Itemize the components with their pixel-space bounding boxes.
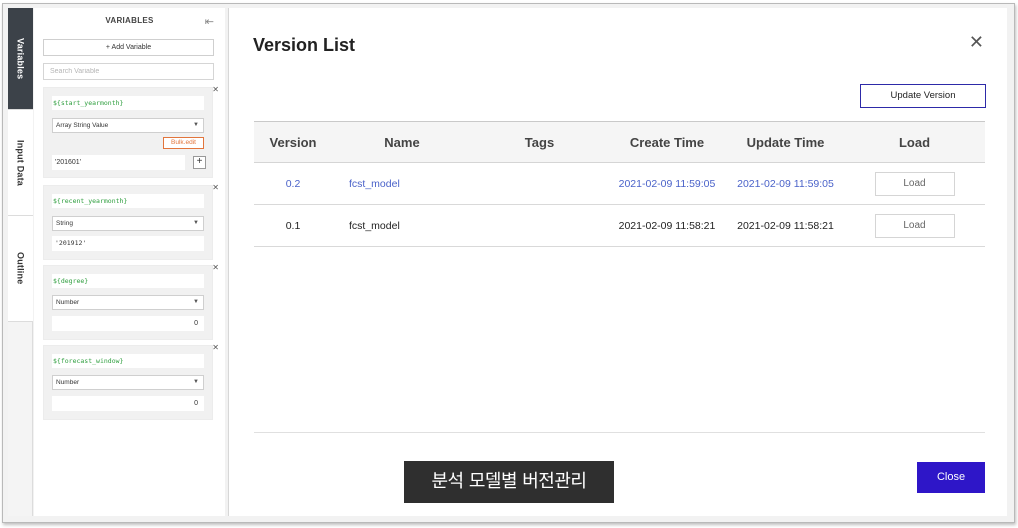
chevron-down-icon: ▼	[193, 299, 199, 305]
load-cell: Load	[844, 205, 985, 246]
variables-panel: VARIABLES ⇤ + Add Variable ✕ ${start_yea…	[34, 8, 225, 516]
version-list-dialog: Version List ✕ Update Version Version Na…	[228, 8, 1007, 516]
variable-type-value: Number	[56, 299, 80, 306]
variable-name: ${forecast_window}	[52, 354, 204, 368]
variable-name: ${recent_yearmonth}	[52, 194, 204, 208]
variable-card: ✕ ${start_yearmonth} Array String Value …	[43, 85, 219, 178]
collapse-panel-icon[interactable]: ⇤	[205, 15, 214, 28]
remove-variable-icon[interactable]: ✕	[212, 263, 219, 272]
column-header-version: Version	[269, 134, 317, 150]
column-header-name: Name	[384, 134, 420, 150]
variable-card: ✕ ${recent_yearmonth} String ▼ '201912'	[43, 183, 219, 260]
table-row[interactable]: 0.2 fcst_model 2021-02-09 11:59:05 2021-…	[254, 163, 985, 205]
variable-value[interactable]: 0	[52, 396, 204, 411]
version-cell: 0.2	[285, 177, 301, 190]
chevron-down-icon: ▼	[193, 122, 199, 128]
tab-input-data[interactable]: Input Data	[8, 110, 33, 216]
update-time-cell: 2021-02-09 11:59:05	[737, 177, 834, 190]
add-value-button[interactable]: +	[193, 156, 206, 169]
variable-name: ${degree}	[52, 274, 204, 288]
tab-outline[interactable]: Outline	[8, 216, 33, 322]
column-header-create-time: Create Time	[629, 134, 705, 150]
update-time-cell: 2021-02-09 11:58:21	[737, 219, 834, 232]
footer-divider	[254, 432, 985, 433]
variables-panel-title: VARIABLES	[105, 16, 154, 25]
tab-variables-label: Variables	[15, 37, 26, 80]
dialog-title: Version List	[253, 35, 356, 55]
variable-type-value: Number	[56, 379, 80, 386]
name-cell: fcst_model	[349, 219, 400, 232]
variable-type-value: String	[56, 220, 73, 227]
tab-variables[interactable]: Variables	[8, 8, 33, 110]
column-header-update-time: Update Time	[746, 134, 825, 150]
remove-variable-icon[interactable]: ✕	[212, 85, 219, 94]
variable-value[interactable]: '201912'	[52, 236, 204, 251]
tags-cell	[472, 163, 607, 204]
variable-card: ✕ ${forecast_window} Number ▼ 0	[43, 343, 219, 420]
load-button[interactable]: Load	[874, 171, 955, 196]
update-version-button[interactable]: Update Version	[860, 84, 986, 108]
create-time-cell: 2021-02-09 11:59:05	[618, 177, 716, 190]
column-header-load: Load	[898, 134, 931, 150]
remove-variable-icon[interactable]: ✕	[212, 183, 219, 192]
table-row[interactable]: 0.1 fcst_model 2021-02-09 11:58:21 2021-…	[254, 205, 985, 247]
version-cell: 0.1	[285, 219, 301, 232]
chevron-down-icon: ▼	[193, 379, 199, 385]
add-variable-button[interactable]: + Add Variable	[43, 39, 214, 56]
vertical-tab-strip: Variables Input Data Outline	[8, 8, 33, 516]
close-icon[interactable]: ✕	[969, 33, 984, 51]
remove-variable-icon[interactable]: ✕	[212, 343, 219, 352]
variable-type-select[interactable]: Number ▼	[52, 375, 204, 390]
version-table: Version Name Tags Create Time Update Tim…	[254, 121, 985, 247]
tab-input-data-label: Input Data	[15, 139, 26, 186]
caption-banner: 분석 모델별 버전관리	[404, 461, 614, 503]
variable-name: ${start_yearmonth}	[52, 96, 204, 110]
name-cell: fcst_model	[349, 177, 400, 190]
variable-type-select[interactable]: String ▼	[52, 216, 204, 231]
column-header-tags: Tags	[524, 134, 555, 150]
tab-outline-label: Outline	[15, 252, 26, 285]
variable-type-select[interactable]: Number ▼	[52, 295, 204, 310]
variable-card: ✕ ${degree} Number ▼ 0	[43, 263, 219, 340]
create-time-cell: 2021-02-09 11:58:21	[618, 219, 716, 232]
table-header: Version Name Tags Create Time Update Tim…	[254, 121, 985, 163]
variable-value[interactable]: '201601'	[52, 155, 185, 170]
variable-value[interactable]: 0	[52, 316, 204, 331]
chevron-down-icon: ▼	[193, 220, 199, 226]
bulk-edit-button[interactable]: Bulk.edit	[163, 137, 204, 149]
load-cell: Load	[844, 163, 985, 204]
variable-type-value: Array String Value	[56, 122, 109, 129]
tags-cell	[472, 205, 607, 246]
variable-type-select[interactable]: Array String Value ▼	[52, 118, 204, 133]
search-variable-input[interactable]	[43, 63, 214, 80]
load-button[interactable]: Load	[874, 213, 955, 238]
close-button[interactable]: Close	[917, 462, 985, 493]
